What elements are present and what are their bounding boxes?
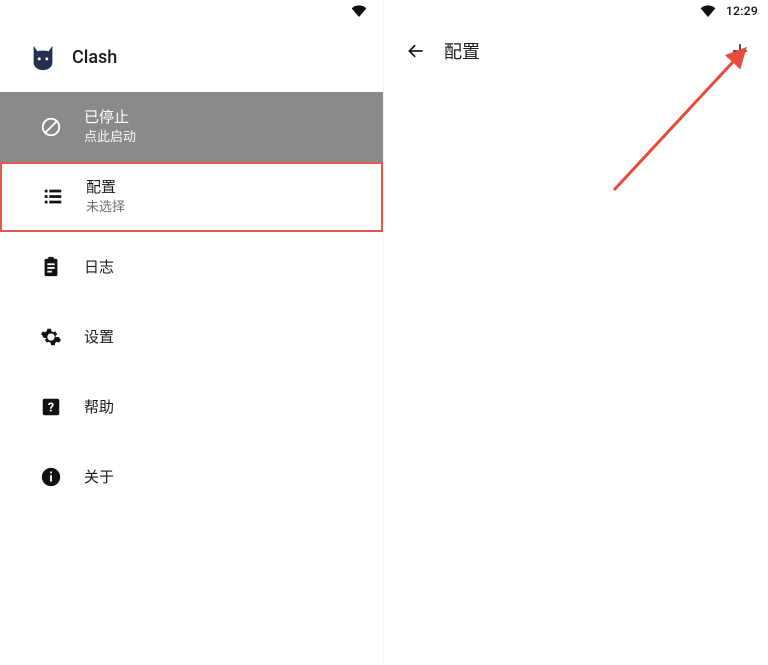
config-title: 配置 <box>86 177 125 197</box>
add-config-button[interactable] <box>726 37 754 65</box>
menu-item-settings[interactable]: 设置 <box>0 302 383 372</box>
back-button[interactable] <box>402 37 430 65</box>
annotation-arrow-icon <box>384 30 768 330</box>
list-icon <box>42 186 64 208</box>
clipboard-icon <box>40 256 62 278</box>
config-subtitle: 未选择 <box>86 199 125 217</box>
logs-title: 日志 <box>84 257 114 277</box>
menu-item-about[interactable]: 关于 <box>0 442 383 512</box>
wifi-icon <box>351 5 367 17</box>
gear-icon <box>40 326 62 348</box>
menu-item-help[interactable]: ? 帮助 <box>0 372 383 442</box>
menu-item-logs[interactable]: 日志 <box>0 232 383 302</box>
status-title: 已停止 <box>84 107 136 127</box>
status-subtitle: 点此启动 <box>84 129 136 147</box>
statusbar-left <box>0 0 383 22</box>
info-icon <box>40 466 62 488</box>
svg-text:?: ? <box>48 401 54 416</box>
wifi-icon <box>700 5 716 17</box>
about-title: 关于 <box>84 467 114 487</box>
settings-title: 设置 <box>84 327 114 347</box>
stopped-icon <box>40 116 62 138</box>
status-card[interactable]: 已停止 点此启动 <box>0 92 383 162</box>
config-screen: 12:29 配置 <box>384 0 768 665</box>
app-header: Clash <box>0 22 383 86</box>
help-title: 帮助 <box>84 397 114 417</box>
help-icon: ? <box>40 396 62 418</box>
config-screen-title: 配置 <box>444 38 726 64</box>
statusbar-right: 12:29 <box>384 0 768 22</box>
menu-item-config[interactable]: 配置 未选择 <box>0 162 383 232</box>
clock: 12:29 <box>726 4 758 18</box>
clash-main-screen: Clash 已停止 点此启动 配置 未选择 <box>0 0 384 665</box>
config-header: 配置 <box>384 22 768 72</box>
app-title: Clash <box>72 47 117 68</box>
clash-logo-icon <box>28 42 58 72</box>
